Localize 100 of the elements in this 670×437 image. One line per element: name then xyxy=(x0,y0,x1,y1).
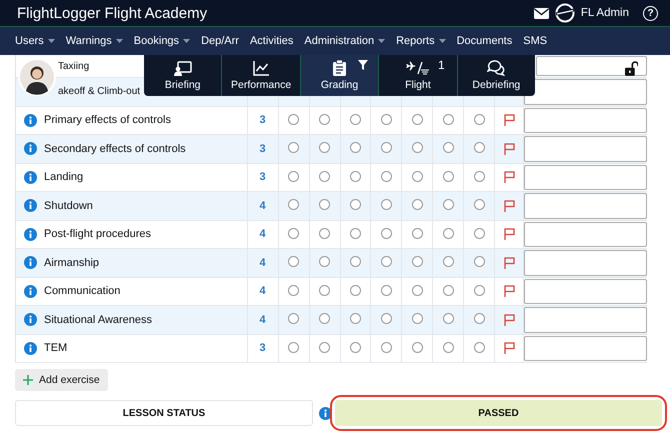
grade-radio[interactable] xyxy=(350,256,361,267)
status-value[interactable]: PASSED xyxy=(335,400,662,426)
grade-radio[interactable] xyxy=(319,170,330,182)
lesson-tab[interactable]: Grading xyxy=(300,55,380,96)
grade-radio[interactable] xyxy=(380,114,392,124)
nav-menu-item[interactable]: Dep/Arr xyxy=(201,35,239,47)
nav-menu-item[interactable]: Administration xyxy=(304,35,386,47)
info-icon[interactable] xyxy=(24,199,37,212)
flag-icon[interactable] xyxy=(504,114,515,126)
grade-radio[interactable] xyxy=(350,313,361,324)
grade-radio[interactable] xyxy=(319,256,330,267)
grade-radio[interactable] xyxy=(319,199,330,210)
comment-field[interactable] xyxy=(524,307,648,332)
comment-field[interactable] xyxy=(524,222,648,247)
info-icon[interactable] xyxy=(24,114,37,127)
grade-radio[interactable] xyxy=(288,170,300,182)
grade-radio[interactable] xyxy=(412,199,423,210)
user-name[interactable]: FL Admin xyxy=(580,7,629,19)
grade-radio[interactable] xyxy=(442,199,454,210)
info-icon[interactable] xyxy=(24,256,37,270)
grade-radio[interactable] xyxy=(319,228,330,238)
grade-radio[interactable] xyxy=(412,142,423,153)
grade-radio[interactable] xyxy=(474,284,485,296)
filter-icon[interactable] xyxy=(358,60,368,70)
flag-icon[interactable] xyxy=(504,171,515,184)
help-icon[interactable]: ? xyxy=(643,6,658,20)
grade-radio[interactable] xyxy=(319,313,330,324)
comment-field[interactable] xyxy=(524,136,648,162)
grade-radio[interactable] xyxy=(380,199,392,210)
nav-menu-item[interactable]: Activities xyxy=(250,35,294,47)
comment-field[interactable] xyxy=(524,108,648,133)
grade-radio[interactable] xyxy=(442,284,454,296)
grade-radio[interactable] xyxy=(288,284,300,296)
grade-radio[interactable] xyxy=(412,342,423,352)
grade-radio[interactable] xyxy=(442,313,454,324)
grade-radio[interactable] xyxy=(380,142,392,153)
comment-field[interactable] xyxy=(524,278,648,304)
info-icon[interactable] xyxy=(24,342,37,355)
grade-radio[interactable] xyxy=(380,256,392,267)
flag-icon[interactable] xyxy=(504,314,515,326)
comment-field[interactable] xyxy=(536,56,648,76)
grade-radio[interactable] xyxy=(319,114,330,124)
grade-radio[interactable] xyxy=(412,114,423,124)
grade-radio[interactable] xyxy=(380,170,392,182)
grade-radio[interactable] xyxy=(474,228,485,238)
comment-field[interactable] xyxy=(524,164,648,190)
grade-radio[interactable] xyxy=(474,313,485,324)
comment-field[interactable] xyxy=(524,250,648,276)
grade-radio[interactable] xyxy=(474,342,485,352)
info-icon[interactable] xyxy=(24,228,37,241)
grade-radio[interactable] xyxy=(442,228,454,238)
grade-radio[interactable] xyxy=(288,256,300,267)
grade-radio[interactable] xyxy=(442,342,454,352)
flag-icon[interactable] xyxy=(504,228,515,240)
grade-radio[interactable] xyxy=(442,256,454,267)
grade-radio[interactable] xyxy=(412,170,423,182)
grade-radio[interactable] xyxy=(380,228,392,238)
nav-menu-item[interactable]: SMS xyxy=(523,35,548,47)
grade-radio[interactable] xyxy=(319,142,330,153)
grade-radio[interactable] xyxy=(412,256,423,267)
unlock-icon[interactable] xyxy=(625,61,638,76)
grade-radio[interactable] xyxy=(288,342,300,352)
grade-radio[interactable] xyxy=(380,313,392,324)
avatar-icon[interactable] xyxy=(18,58,56,96)
grade-radio[interactable] xyxy=(442,142,454,153)
add-exercise-button[interactable]: Add exercise xyxy=(15,369,108,391)
nav-menu-item[interactable]: Documents xyxy=(456,35,512,47)
lesson-tab[interactable]: Flight 1 xyxy=(379,55,458,96)
flag-icon[interactable] xyxy=(504,200,515,212)
nav-menu-item[interactable]: Warnings xyxy=(66,35,123,47)
grade-radio[interactable] xyxy=(474,199,485,210)
grade-radio[interactable] xyxy=(412,313,423,324)
grade-radio[interactable] xyxy=(412,228,423,238)
grade-radio[interactable] xyxy=(350,170,361,182)
grade-radio[interactable] xyxy=(350,142,361,153)
grade-radio[interactable] xyxy=(474,256,485,267)
flag-icon[interactable] xyxy=(504,142,515,155)
comment-field[interactable] xyxy=(524,193,648,218)
grade-radio[interactable] xyxy=(288,199,300,210)
info-icon[interactable] xyxy=(24,284,37,298)
grade-radio[interactable] xyxy=(288,313,300,324)
grade-radio[interactable] xyxy=(350,228,361,238)
grade-radio[interactable] xyxy=(288,142,300,153)
comment-field[interactable] xyxy=(524,336,648,361)
mail-icon[interactable] xyxy=(534,8,549,18)
nav-menu-item[interactable]: Reports xyxy=(396,35,446,47)
grade-radio[interactable] xyxy=(442,114,454,124)
grade-radio[interactable] xyxy=(412,284,423,296)
comment-field[interactable] xyxy=(524,79,648,104)
grade-radio[interactable] xyxy=(474,142,485,153)
grade-radio[interactable] xyxy=(319,342,330,352)
flag-icon[interactable] xyxy=(504,256,515,269)
grade-radio[interactable] xyxy=(288,114,300,124)
flag-icon[interactable] xyxy=(504,342,515,354)
grade-radio[interactable] xyxy=(288,228,300,238)
grade-radio[interactable] xyxy=(474,170,485,182)
info-icon[interactable] xyxy=(24,170,37,184)
grade-radio[interactable] xyxy=(380,284,392,296)
nav-menu-item[interactable]: Users xyxy=(15,35,55,47)
grade-radio[interactable] xyxy=(474,114,485,124)
